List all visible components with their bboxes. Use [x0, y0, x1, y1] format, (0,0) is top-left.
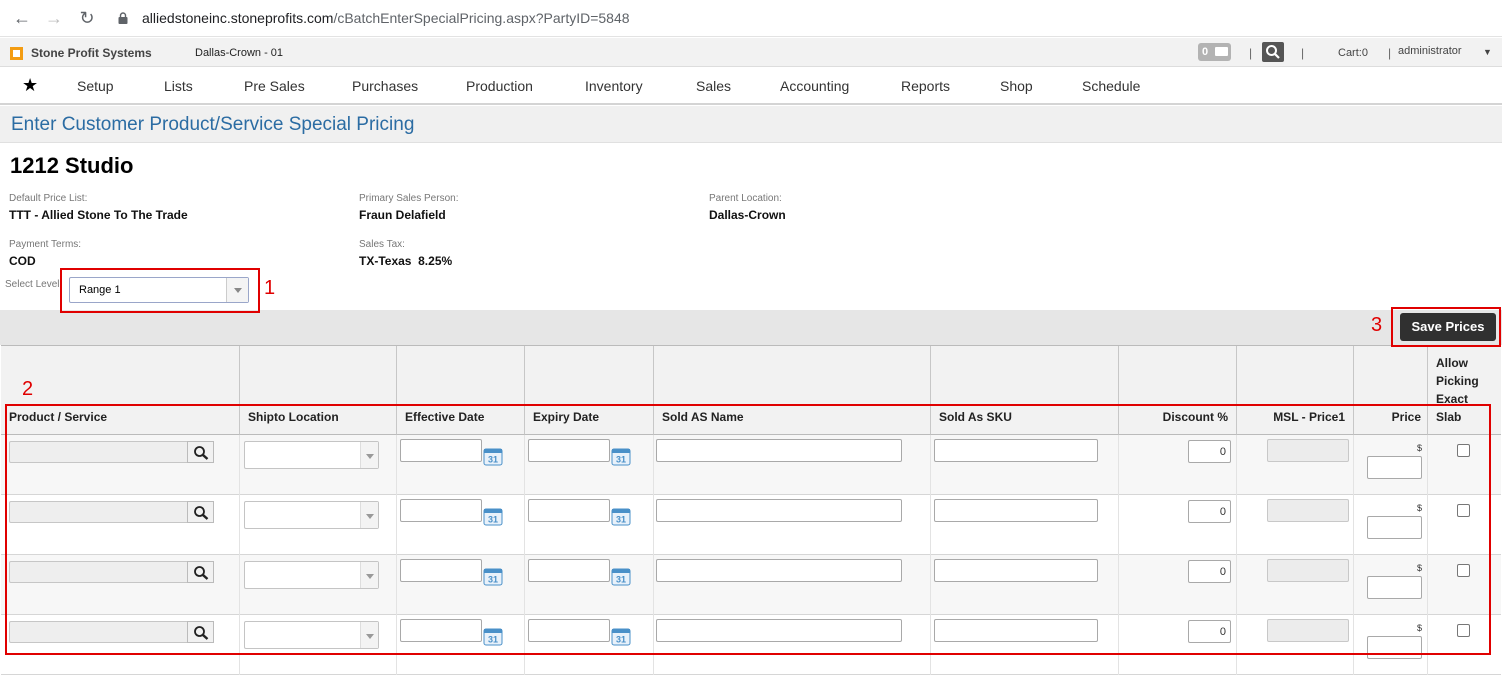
header-search-button[interactable] [1262, 42, 1284, 62]
annotation-box-2 [5, 404, 1491, 655]
main-menu: ★ Setup Lists Pre Sales Purchases Produc… [0, 67, 1502, 105]
header-divider: | [1249, 46, 1253, 60]
menu-reports[interactable]: Reports [901, 78, 950, 94]
annotation-box-3 [1391, 307, 1501, 347]
annotation-box-1 [60, 268, 260, 313]
col-allow-line1: Allow [1436, 356, 1468, 370]
url-path: /cBatchEnterSpecialPricing.aspx?PartyID=… [333, 10, 630, 26]
forward-arrow-icon[interactable]: → [44, 8, 64, 28]
payment-terms-label: Payment Terms: [9, 239, 82, 250]
action-band [0, 310, 1502, 345]
menu-purchases[interactable]: Purchases [352, 78, 418, 94]
current-location[interactable]: Dallas-Crown - 01 [195, 47, 283, 59]
menu-schedule[interactable]: Schedule [1082, 78, 1140, 94]
menu-setup[interactable]: Setup [77, 78, 114, 94]
customer-name: 1212 Studio [10, 153, 134, 178]
cart-link[interactable]: Cart:0 [1338, 47, 1368, 59]
primary-sales-person-label: Primary Sales Person: [359, 193, 459, 204]
menu-production[interactable]: Production [466, 78, 533, 94]
annotation-label-2: 2 [22, 378, 34, 400]
payment-terms: COD [9, 254, 36, 268]
primary-sales-person: Fraun Delafield [359, 208, 446, 222]
messages-button[interactable]: 0 [1198, 43, 1231, 61]
back-arrow-icon[interactable]: ← [12, 8, 32, 28]
lock-icon [118, 12, 128, 24]
menu-shop[interactable]: Shop [1000, 78, 1033, 94]
envelope-icon [1215, 47, 1228, 56]
user-menu[interactable]: administrator [1398, 45, 1462, 57]
title-bar: Enter Customer Product/Service Special P… [0, 106, 1502, 143]
select-level-label: Select Level [5, 279, 60, 290]
default-price-list-label: Default Price List: [9, 193, 88, 204]
star-icon[interactable]: ★ [22, 75, 38, 95]
header-divider: | [1301, 46, 1305, 60]
sales-tax: TX-Texas 8.25% [359, 254, 453, 268]
app-header: Stone Profit Systems Dallas-Crown - 01 0… [0, 38, 1502, 67]
logo-icon [10, 47, 23, 60]
chevron-down-icon[interactable]: ▼ [1483, 47, 1492, 57]
address-bar[interactable]: alliedstoneinc.stoneprofits.com/cBatchEn… [142, 10, 630, 26]
default-price-list: TTT - Allied Stone To The Trade [9, 208, 188, 222]
header-divider: | [1388, 46, 1392, 60]
annotation-label-1: 1 [264, 277, 276, 299]
menu-accounting[interactable]: Accounting [780, 78, 849, 94]
menu-inventory[interactable]: Inventory [585, 78, 643, 94]
reload-icon[interactable]: ↻ [77, 8, 97, 28]
search-icon [1266, 45, 1280, 59]
message-count: 0 [1202, 46, 1209, 58]
parent-location: Dallas-Crown [709, 208, 786, 222]
browser-toolbar: ← → ↻ alliedstoneinc.stoneprofits.com/cB… [0, 0, 1502, 37]
parent-location-label: Parent Location: [709, 193, 782, 204]
page-title: Enter Customer Product/Service Special P… [11, 114, 415, 135]
url-host: alliedstoneinc.stoneprofits.com [142, 10, 334, 26]
menu-lists[interactable]: Lists [164, 78, 193, 94]
app-name: Stone Profit Systems [31, 46, 152, 60]
menu-pre-sales[interactable]: Pre Sales [244, 78, 305, 94]
menu-sales[interactable]: Sales [696, 78, 731, 94]
sales-tax-label: Sales Tax: [359, 239, 405, 250]
annotation-label-3: 3 [1371, 314, 1383, 336]
col-allow-line2: Picking [1436, 374, 1479, 388]
